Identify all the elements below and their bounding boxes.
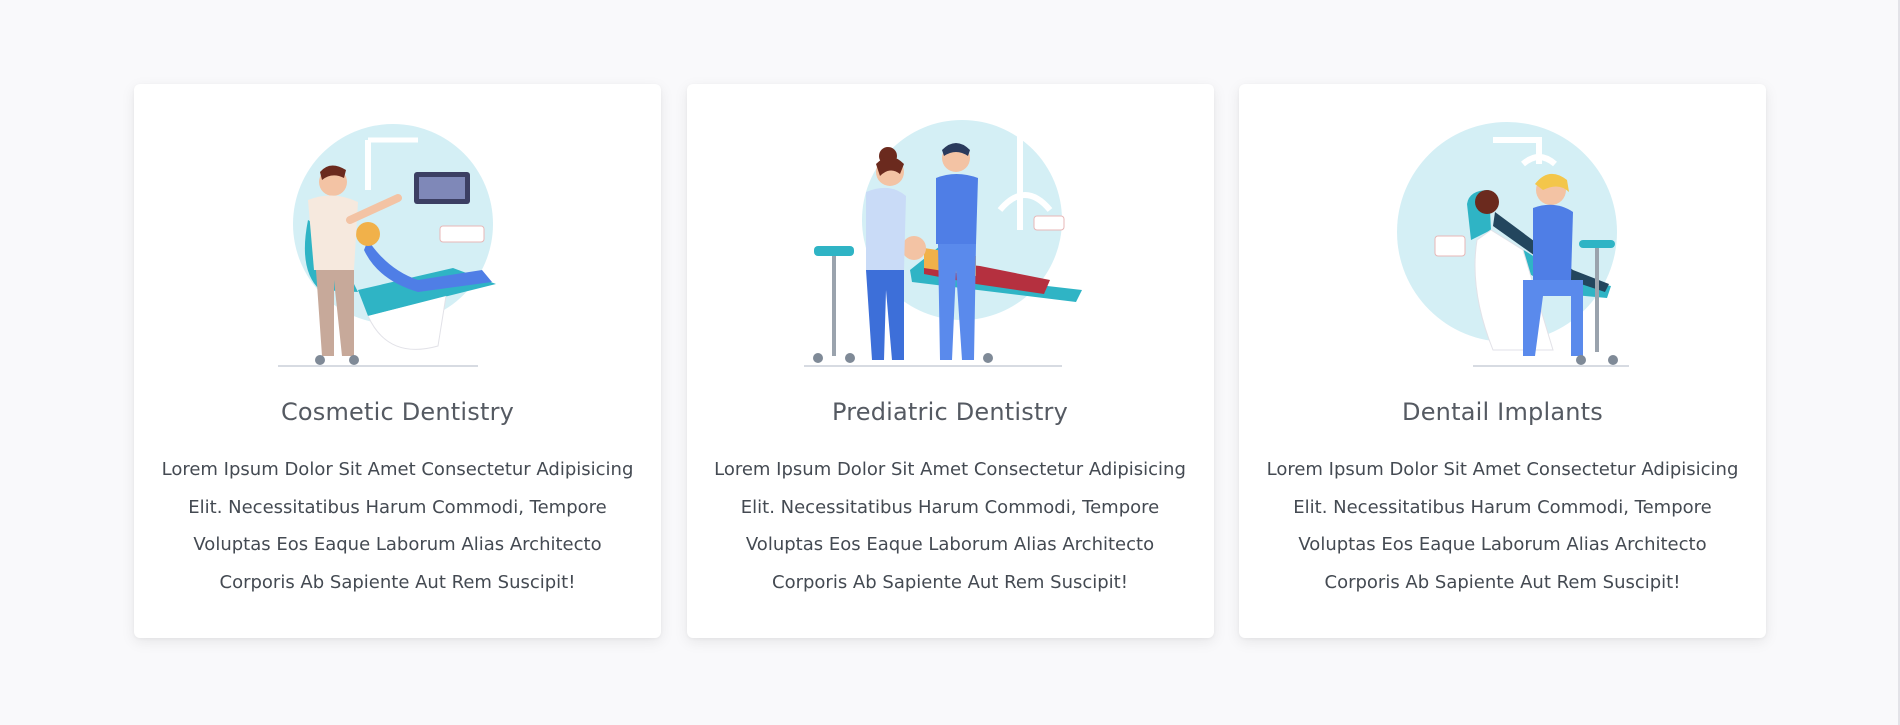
- card-title: Dentail Implants: [1402, 398, 1603, 426]
- service-card-cosmetic-dentistry[interactable]: Cosmetic Dentistry Lorem Ipsum Dolor Sit…: [134, 84, 661, 638]
- card-description: Lorem Ipsum Dolor Sit Amet Consectetur A…: [714, 459, 1186, 593]
- card-description: Lorem Ipsum Dolor Sit Amet Consectetur A…: [1266, 459, 1739, 593]
- card-title: Prediatric Dentistry: [831, 398, 1069, 426]
- services-section: Cosmetic Dentistry Lorem Ipsum Dolor Sit…: [0, 0, 1900, 725]
- card-description: Lorem Ipsum Dolor Sit Amet Consectetur A…: [161, 459, 634, 593]
- card-title: Cosmetic Dentistry: [280, 398, 515, 426]
- dentist-with-patient-illustration: [134, 120, 661, 376]
- implant-procedure-illustration: [1239, 120, 1766, 376]
- service-card-dentail-implants[interactable]: Dentail Implants Lorem Ipsum Dolor Sit A…: [1239, 84, 1766, 638]
- service-card-prediatric-dentistry[interactable]: Prediatric Dentistry Lorem Ipsum Dolor S…: [686, 84, 1214, 638]
- service-cards: Cosmetic Dentistry Lorem Ipsum Dolor Sit…: [134, 84, 1766, 638]
- two-dentists-with-child-illustration: [687, 120, 1214, 376]
